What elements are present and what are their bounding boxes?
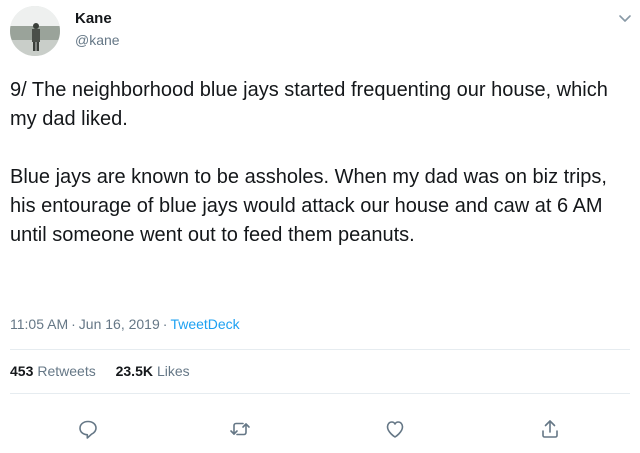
reply-icon[interactable]	[76, 417, 100, 441]
likes-stat[interactable]: 23.5K Likes	[116, 362, 190, 380]
likes-count: 23.5K	[115, 363, 153, 379]
tweet-source-link[interactable]: TweetDeck	[170, 316, 239, 332]
tweet-card: Kane @kane 9/ The neighborhood blue jays…	[0, 0, 640, 453]
likes-label: Likes	[156, 363, 190, 379]
retweets-count: 453	[10, 363, 34, 379]
tweet-text: 9/ The neighborhood blue jays started fr…	[10, 76, 630, 250]
meta-separator: ·	[71, 316, 76, 332]
tweet-meta: 11:05 AM · Jun 16, 2019 · TweetDeck	[10, 315, 240, 333]
retweet-icon[interactable]	[228, 417, 252, 441]
tweet-date[interactable]: Jun 16, 2019	[79, 316, 160, 332]
heart-icon[interactable]	[383, 417, 407, 441]
divider	[10, 393, 630, 394]
retweets-label: Retweets	[37, 363, 96, 379]
tweet-stats: 453 Retweets 23.5K Likes	[10, 362, 206, 380]
chevron-down-icon[interactable]	[617, 10, 633, 26]
tweet-paragraph: Blue jays are known to be assholes. When…	[10, 166, 607, 246]
divider	[10, 349, 630, 350]
avatar[interactable]	[10, 6, 60, 56]
avatar-photo	[10, 6, 60, 56]
tweet-paragraph: 9/ The neighborhood blue jays started fr…	[10, 79, 608, 130]
retweets-stat[interactable]: 453 Retweets	[10, 362, 96, 380]
share-icon[interactable]	[538, 417, 562, 441]
author-handle[interactable]: @kane	[75, 31, 120, 49]
meta-separator: ·	[162, 316, 168, 332]
tweet-time[interactable]: 11:05 AM	[10, 316, 68, 332]
author-display-name[interactable]: Kane	[75, 10, 112, 28]
